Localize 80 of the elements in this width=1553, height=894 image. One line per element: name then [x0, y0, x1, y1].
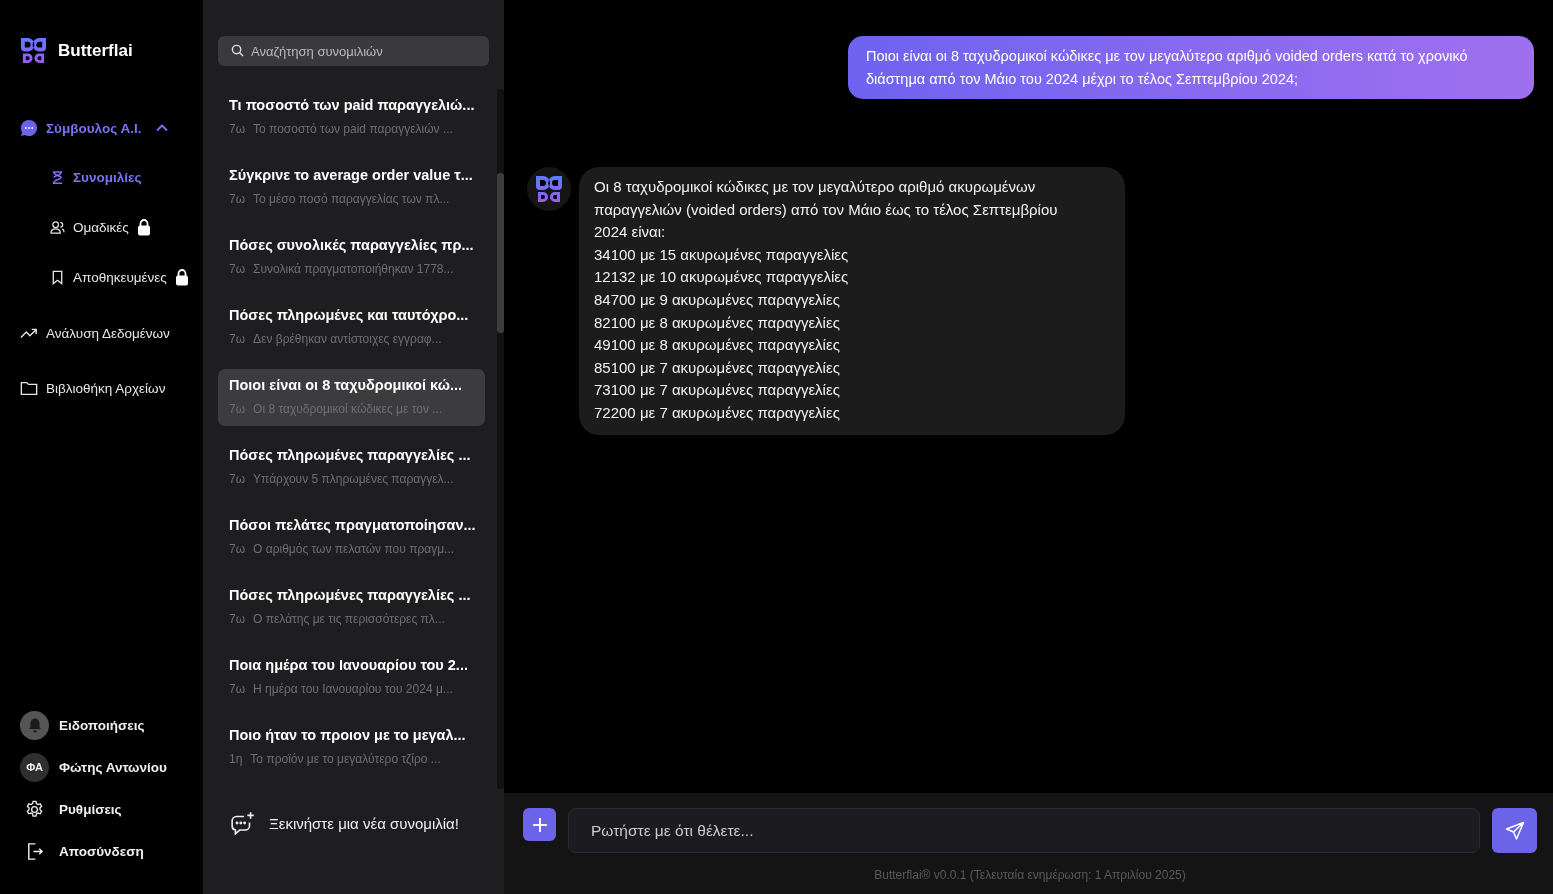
add-button[interactable] — [523, 808, 556, 841]
conversation-title: Πόσες πληρωμένες παραγγελίες ... — [229, 447, 472, 463]
nav-subitem[interactable]: Αποθηκευμένες — [50, 265, 167, 289]
conversation-title: Πόσες πληρωμένες παραγγελίες ... — [229, 587, 472, 603]
conversation-age: 7ω — [229, 472, 246, 486]
conversation-age: 7ω — [229, 332, 246, 346]
bell-icon — [20, 710, 49, 740]
conversation-preview: Συνολικά πραγματοποιήθηκαν 1778... — [253, 262, 454, 276]
new-conversation-button[interactable]: Ξεκινήστε μια νέα συνομιλία! — [230, 803, 459, 843]
conversation-title: Σύγκρινε το average order value τ... — [229, 167, 474, 183]
conversation-preview: Δεν βρέθηκαν αντίστοιχες εγγραφ... — [253, 332, 442, 346]
conversation-title: Ποιοι είναι οι 8 ταχυδρομικοί κώ... — [229, 377, 463, 393]
conversation-age: 7ω — [229, 612, 246, 626]
chat-plus-icon — [230, 810, 256, 836]
conversation-title: Πόσες πληρωμένες και ταυτόχρο... — [229, 307, 470, 323]
message-input[interactable]: Ρωτήστε με ότι θέλετε... — [568, 808, 1480, 853]
conversation-preview: Ο αριθμός των πελατών που πραγμ... — [253, 542, 455, 556]
account-menu-item[interactable]: Αποσύνδεση — [20, 836, 144, 866]
user-message: Ποιοι είναι οι 8 ταχυδρομικοί κώδικες με τον μεγαλύτερο αριθμό voided orders κατά το χρονικό διάστημα από τον Μάιο του 2024 μέχρι το τέλος Σεπτεμβρίου 2024; — [848, 36, 1534, 99]
message-line: 73100 με 7 ακυρωμένες παραγγελίες — [594, 380, 841, 401]
message-text: Οι 8 ταχυδρομικοί κώδικες με τον μεγαλύτερο αριθμό ακυρωμένων παραγγελιών (voided orders) από τον Μάιο έως το τέλος Σεπτεμβρίου 2024 είναι: — [594, 177, 1059, 243]
logout-icon — [25, 841, 44, 861]
conversation-item[interactable]: Τι ποσοστό των paid παραγγελιώ... 7ω Το ποσοστό των paid παραγγελιών ... — [218, 89, 485, 146]
search-field[interactable]: Αναζήτηση συνομιλιών — [218, 36, 489, 66]
nav-item[interactable]: Ανάλυση Δεδομένων — [20, 321, 170, 345]
hourglass-icon — [50, 169, 65, 185]
conversation-title: Πόσοι πελάτες πραγματοποίησαν... — [229, 517, 474, 533]
conversation-preview: Η ημέρα του Ιανουαρίου του 2024 μ... — [253, 682, 453, 696]
message-line: 12132 με 10 ακυρωμένες παραγγελίες — [594, 267, 850, 288]
account-menu-item[interactable]: Ειδοποιήσεις — [20, 710, 145, 740]
conversation-preview: Το μέσο ποσό παραγγελίας των πλ... — [253, 192, 450, 206]
search-icon — [231, 44, 244, 57]
chat-bubble-icon — [20, 119, 38, 137]
user-profile-item[interactable]: ΦΑ Φώτης Αντωνίου — [20, 752, 167, 782]
brand-name: Butterflai — [58, 40, 133, 61]
nav-subitem[interactable]: Ομαδικές — [50, 215, 129, 239]
conversation-age: 7ω — [229, 262, 246, 276]
send-icon — [1504, 820, 1525, 841]
conversation-title: Ποια ημέρα του Ιανουαρίου του 2... — [229, 657, 469, 673]
conversation-age: 7ω — [229, 682, 246, 696]
conversation-item[interactable]: Σύγκρινε το average order value τ... 7ω Το μέσο ποσό παραγγελίας των πλ... — [218, 159, 485, 216]
conversation-item[interactable]: Πόσες πληρωμένες παραγγελίες ... 7ω Υπάρχουν 5 πληρωμένες παραγγελ... — [218, 439, 485, 496]
conversation-age: 7ω — [229, 122, 246, 136]
users-icon — [50, 219, 65, 235]
conversation-item[interactable]: Ποιο ήταν το προιον με το μεγαλ... 1η Το προϊόν με το μεγαλύτερο τζίρο ... — [218, 719, 485, 776]
user-avatar: ΦΑ — [20, 752, 49, 782]
conversation-item[interactable]: Πόσες πληρωμένες παραγγελίες ... 7ω Ο πελάτης με τις περισσότερες πλ... — [218, 579, 485, 636]
conversation-age: 1η — [229, 752, 243, 766]
conversation-item[interactable]: Πόσες συνολικές παραγγελίες πρ... 7ω Συνολικά πραγματοποιήθηκαν 1778... — [218, 229, 485, 286]
conversation-title: Πόσες συνολικές παραγγελίες πρ... — [229, 237, 474, 253]
conversation-title: Ποιο ήταν το προιον με το μεγαλ... — [229, 727, 467, 743]
nav-item[interactable]: Σύμβουλος Α.Ι. — [20, 116, 170, 140]
conversation-preview: Ο πελάτης με τις περισσότερες πλ... — [253, 612, 445, 626]
version-footer: Butterflai® v0.0.1 (Τελευταία ενημέρωση: 1 Απριλίου 2025) — [523, 868, 1537, 882]
conversation-item[interactable]: Πόσοι πελάτες πραγματοποίησαν... 7ω Ο αριθμός των πελατών που πραγμ... — [218, 509, 485, 566]
message-line: 49100 με 8 ακυρωμένες παραγγελίες — [594, 335, 841, 356]
bookmark-icon — [50, 269, 65, 285]
send-button[interactable] — [1492, 808, 1537, 853]
message-line: 72200 με 7 ακυρωμένες παραγγελίες — [594, 402, 841, 423]
settings-icon — [25, 799, 44, 819]
nav-subitem[interactable]: Συνομιλίες — [50, 165, 142, 189]
scrollbar-thumb[interactable] — [497, 173, 504, 333]
message-line: 85100 με 7 ακυρωμένες παραγγελίες — [594, 357, 841, 378]
conversation-preview: Το ποσοστό των paid παραγγελιών ... — [253, 122, 453, 136]
plus-icon — [531, 816, 548, 833]
conversation-title: Τι ποσοστό των paid παραγγελιώ... — [229, 97, 474, 113]
butterfly-logo-icon — [19, 37, 48, 64]
conversation-item[interactable]: Ποια ημέρα του Ιανουαρίου του 2... 7ω Η ημέρα του Ιανουαρίου του 2024 μ... — [218, 649, 485, 706]
message-line: 84700 με 9 ακυρωμένες παραγγελίες — [594, 289, 841, 310]
message-line: 34100 με 15 ακυρωμένες παραγγελίες — [594, 244, 850, 265]
nav-item[interactable]: Βιβλιοθήκη Αρχείων — [20, 376, 166, 400]
message-line: 82100 με 8 ακυρωμένες παραγγελίες — [594, 312, 841, 333]
folder-icon — [20, 379, 38, 397]
conversation-preview: Υπάρχουν 5 πληρωμένες παραγγελ... — [253, 472, 454, 486]
conversation-preview: Το προϊόν με το μεγαλύτερο τζίρο ... — [250, 752, 441, 766]
conversation-age: 7ω — [229, 192, 246, 206]
conversation-age: 7ω — [229, 542, 246, 556]
butterfly-logo-icon — [534, 175, 564, 203]
account-menu-item[interactable]: Ρυθμίσεις — [20, 794, 122, 824]
conversation-item[interactable]: Πόσες πληρωμένες και ταυτόχρο... 7ω Δεν βρέθηκαν αντίστοιχες εγγραφ... — [218, 299, 485, 356]
